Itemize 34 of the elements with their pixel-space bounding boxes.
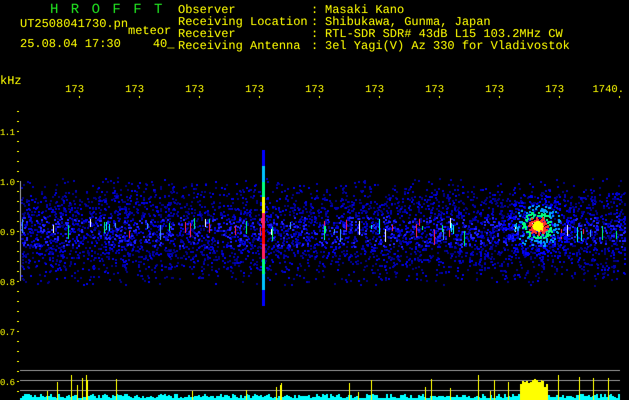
frequency-label: 173 (485, 84, 504, 96)
frequency-label: 173 (125, 84, 144, 96)
frequency-label: 1740. (592, 84, 624, 96)
mode-label: meteor (128, 23, 172, 38)
axis-unit: kHz (0, 74, 22, 88)
app-title: H R O F F T (49, 3, 166, 18)
info-value: Masaki Kano (325, 4, 406, 16)
offset-label: 0.9 (0, 228, 14, 238)
frequency-label: 173 (365, 84, 384, 96)
colon: : (311, 40, 320, 52)
file-name: UT2508041730.pn (20, 18, 128, 33)
info-label: Receiver (178, 28, 236, 40)
colon: : (311, 28, 320, 40)
date-time: 25.08.04 17:30 (20, 38, 121, 50)
offset-label: 0.8 (0, 278, 14, 288)
frequency-label: 173 (545, 84, 564, 96)
info-value: 3el Yagi(V) Az 330 for Vladivostok (325, 40, 570, 52)
info-value: RTL-SDR SDR# 43dB L15 103.2MHz CW (325, 28, 563, 40)
frequency-label: 173 (425, 84, 444, 96)
info-label: Observer (178, 4, 236, 16)
frequency-label: 173 (245, 84, 264, 96)
frequency-label: 173 (305, 84, 324, 96)
info-value: Shibukawa, Gunma, Japan (325, 16, 492, 28)
offset-label: 1.1 (0, 128, 14, 138)
colon: : (311, 16, 320, 28)
count-value: 40_ (152, 38, 174, 50)
offset-label: 0.7 (0, 328, 14, 338)
colon: : (311, 4, 320, 16)
offset-label: 0.6 (0, 378, 14, 388)
info-label: Receiving Antenna (178, 40, 302, 52)
info-label: Receiving Location (178, 16, 309, 28)
frequency-label: 173 (185, 84, 204, 96)
frequency-label: 173 (65, 84, 84, 96)
offset-label: 1.0 (0, 178, 14, 188)
